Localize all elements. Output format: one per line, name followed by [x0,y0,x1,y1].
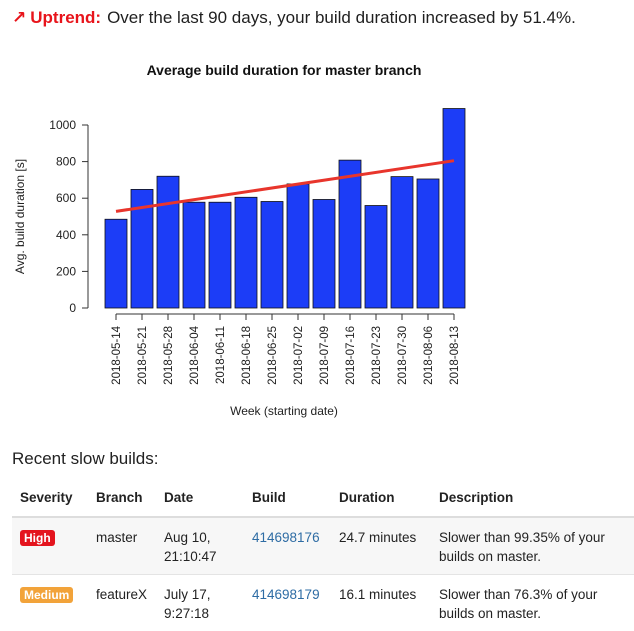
table-row: Medium featureX July 17,9:27:18 41469817… [12,575,634,631]
bar-2018-07-16 [339,160,361,308]
y-tick-label: 400 [56,228,76,242]
branch-cell: master [88,517,156,575]
severity-badge: High [20,530,55,546]
bar-2018-06-25 [261,201,283,308]
trend-label: Uptrend: [30,8,101,27]
date-cell: July 17,9:27:18 [156,575,244,631]
column-header-duration: Duration [331,482,431,517]
x-tick-label: 2018-06-18 [241,326,253,385]
x-tick-label: 2018-06-25 [267,326,279,385]
column-header-branch: Branch [88,482,156,517]
bar-2018-07-30 [391,177,413,308]
chart-title: Average build duration for master branch [147,62,422,78]
y-tick-label: 600 [56,191,76,205]
y-tick-label: 200 [56,264,76,278]
duration-cell: 24.7 minutes [331,517,431,575]
build-duration-chart: Average build duration for master branch… [0,50,634,430]
build-link[interactable]: 414698176 [252,530,320,545]
bar-2018-06-11 [209,202,231,308]
x-tick-label: 2018-08-06 [423,326,435,385]
x-tick-label: 2018-05-21 [137,326,149,385]
x-tick-label: 2018-07-16 [345,326,357,385]
x-tick-label: 2018-05-14 [111,325,123,384]
duration-cell: 16.1 minutes [331,575,431,631]
x-tick-label: 2018-07-23 [371,326,383,385]
bar-2018-07-02 [287,184,309,308]
x-tick-label: 2018-07-09 [319,326,331,385]
column-header-description: Description [431,482,634,517]
column-header-build: Build [244,482,331,517]
y-tick-label: 1000 [49,118,76,132]
y-axis-label: Avg. build duration [s] [13,159,27,274]
bar-2018-06-04 [183,202,205,308]
x-axis-label: Week (starting date) [230,404,338,418]
bar-2018-07-23 [365,206,387,308]
slow-builds-table: Severity Branch Date Build Duration Desc… [12,482,634,631]
column-header-date: Date [156,482,244,517]
x-tick-label: 2018-07-30 [397,326,409,385]
column-header-severity: Severity [12,482,88,517]
trend-up-icon: ↗ [12,8,26,27]
bar-2018-07-09 [313,199,335,308]
trend-summary: Over the last 90 days, your build durati… [107,8,576,27]
y-tick-label: 800 [56,155,76,169]
y-tick-label: 0 [69,301,76,315]
build-link[interactable]: 414698179 [252,587,320,602]
x-tick-label: 2018-07-02 [293,326,305,385]
x-tick-label: 2018-05-28 [163,326,175,385]
x-tick-label: 2018-06-04 [189,325,201,384]
bar-2018-05-28 [157,176,179,308]
bar-2018-05-14 [105,219,127,308]
bar-2018-06-18 [235,197,257,308]
description-cell: Slower than 76.3% of yourbuilds on maste… [431,575,634,631]
table-row: High master Aug 10,21:10:47 414698176 24… [12,517,634,575]
branch-cell: featureX [88,575,156,631]
bar-2018-08-13 [443,109,465,308]
date-cell: Aug 10,21:10:47 [156,517,244,575]
severity-badge: Medium [20,587,73,603]
trend-headline: ↗Uptrend: Over the last 90 days, your bui… [12,6,576,30]
x-tick-label: 2018-08-13 [449,326,461,385]
bar-2018-08-06 [417,179,439,308]
description-cell: Slower than 99.35% of yourbuilds on mast… [431,517,634,575]
table-header-row: Severity Branch Date Build Duration Desc… [12,482,634,517]
x-tick-label: 2018-06-11 [215,326,227,384]
slow-builds-title: Recent slow builds: [12,449,158,469]
